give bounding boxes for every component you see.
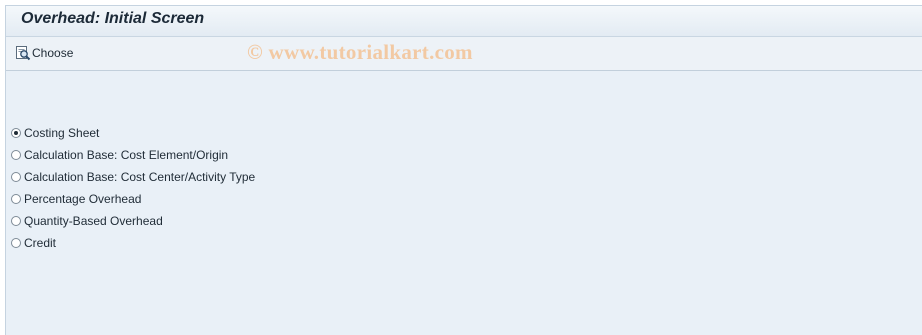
radio-button[interactable] <box>11 238 21 248</box>
page-title: Overhead: Initial Screen <box>21 10 205 27</box>
radio-button[interactable] <box>11 150 21 160</box>
radio-option-costing-sheet[interactable]: Costing Sheet <box>11 122 255 144</box>
radio-button[interactable] <box>11 216 21 226</box>
radio-label: Calculation Base: Cost Element/Origin <box>24 148 229 162</box>
radio-option-credit[interactable]: Credit <box>11 232 255 254</box>
choose-button[interactable]: Choose <box>15 44 73 62</box>
title-bar: Overhead: Initial Screen <box>6 6 922 37</box>
radio-option-cost-center-activity-type[interactable]: Calculation Base: Cost Center/Activity T… <box>11 166 255 188</box>
choose-label: Choose <box>32 46 74 60</box>
radio-button[interactable] <box>11 128 21 138</box>
radio-option-cost-element-origin[interactable]: Calculation Base: Cost Element/Origin <box>11 144 255 166</box>
radio-button[interactable] <box>11 172 21 182</box>
radio-option-quantity-based-overhead[interactable]: Quantity-Based Overhead <box>11 210 255 232</box>
choose-icon <box>16 46 31 61</box>
radio-label: Costing Sheet <box>24 126 100 140</box>
radio-label: Calculation Base: Cost Center/Activity T… <box>24 170 256 184</box>
overhead-type-radio-group: Costing Sheet Calculation Base: Cost Ele… <box>11 122 255 254</box>
radio-button[interactable] <box>11 194 21 204</box>
radio-label: Quantity-Based Overhead <box>24 214 163 228</box>
radio-label: Percentage Overhead <box>24 192 142 206</box>
application-toolbar: Choose © www.tutorialkart.com <box>6 37 922 71</box>
radio-label: Credit <box>24 236 57 250</box>
radio-option-percentage-overhead[interactable]: Percentage Overhead <box>11 188 255 210</box>
sap-window: Overhead: Initial Screen Choose © www.tu… <box>5 5 922 335</box>
watermark: © www.tutorialkart.com <box>247 40 473 64</box>
